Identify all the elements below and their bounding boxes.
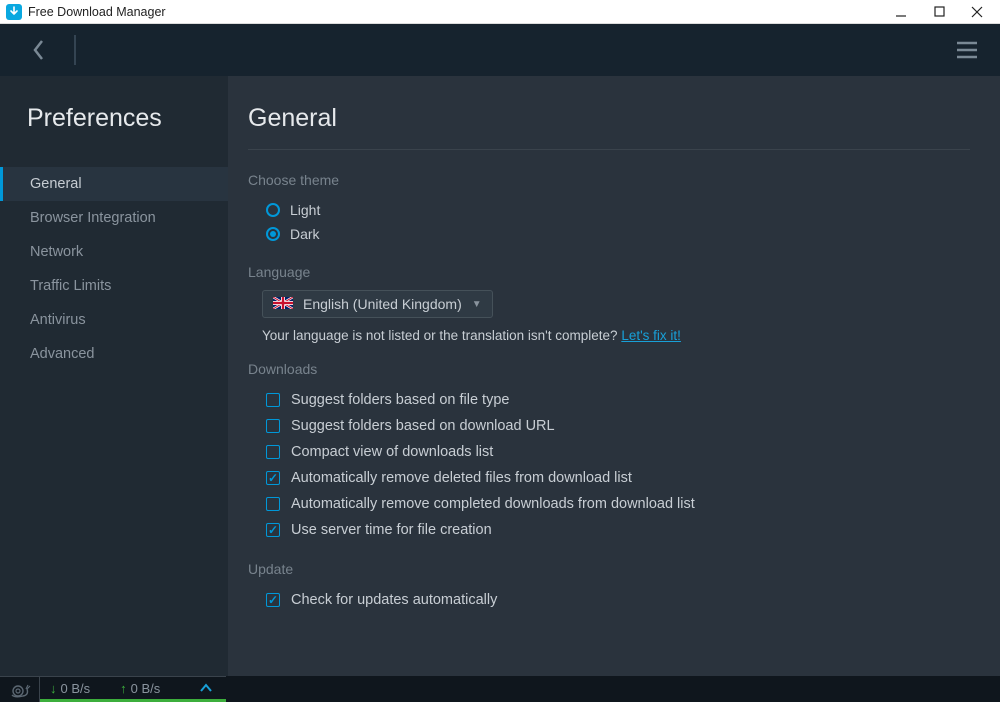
checkbox-label: Use server time for file creation [291,522,492,538]
hamburger-menu-button[interactable] [952,35,982,65]
language-section-label: Language [248,264,970,280]
downloads-option-2[interactable]: Compact view of downloads list [266,439,970,465]
language-select[interactable]: English (United Kingdom) ▼ [262,290,493,318]
speed-pane[interactable]: ↓ 0 B/s ↑ 0 B/s [40,676,226,702]
sidebar-item-network[interactable]: Network [0,235,228,269]
chevron-up-icon[interactable] [200,681,212,696]
page-heading: General [248,104,970,150]
checkbox-icon [266,419,280,433]
titlebar: Free Download Manager [0,0,1000,24]
checkbox-label: Compact view of downloads list [291,444,493,460]
status-bar: ↓ 0 B/s ↑ 0 B/s [0,676,1000,702]
update-option-0[interactable]: Check for updates automatically [266,587,970,613]
checkbox-icon [266,471,280,485]
window-controls [894,5,996,19]
sidebar-item-traffic-limits[interactable]: Traffic Limits [0,269,228,303]
language-selected-label: English (United Kingdom) [303,296,462,312]
app-icon [6,4,22,20]
sidebar-title: Preferences [0,104,228,153]
download-speed: ↓ 0 B/s [50,681,90,696]
radio-icon [266,203,280,217]
sidebar-item-browser-integration[interactable]: Browser Integration [0,201,228,235]
checkbox-label: Automatically remove completed downloads… [291,496,695,512]
theme-section-label: Choose theme [248,172,970,188]
checkbox-label: Automatically remove deleted files from … [291,470,632,486]
checkbox-icon [266,393,280,407]
checkbox-icon [266,445,280,459]
theme-radio-light[interactable]: Light [266,198,970,222]
language-hint-text: Your language is not listed or the trans… [262,328,621,343]
maximize-button[interactable] [932,5,946,19]
checkbox-label: Check for updates automatically [291,592,497,608]
minimize-button[interactable] [894,5,908,19]
snail-icon[interactable] [0,676,40,702]
window-title: Free Download Manager [28,5,894,19]
checkbox-icon [266,593,280,607]
downloads-option-3[interactable]: Automatically remove deleted files from … [266,465,970,491]
sidebar-list: GeneralBrowser IntegrationNetworkTraffic… [0,167,228,371]
checkbox-label: Suggest folders based on download URL [291,418,555,434]
theme-radio-dark[interactable]: Dark [266,222,970,246]
arrow-down-icon: ↓ [50,681,57,696]
sidebar: Preferences GeneralBrowser IntegrationNe… [0,76,228,676]
back-button[interactable] [24,35,54,65]
chevron-down-icon: ▼ [472,299,482,310]
sidebar-item-antivirus[interactable]: Antivirus [0,303,228,337]
upload-speed-value: 0 B/s [131,681,161,696]
header-divider [74,35,76,65]
checkbox-icon [266,523,280,537]
sidebar-item-advanced[interactable]: Advanced [0,337,228,371]
checkbox-icon [266,497,280,511]
language-fix-link[interactable]: Let's fix it! [621,328,681,343]
download-speed-value: 0 B/s [61,681,91,696]
upload-speed: ↑ 0 B/s [120,681,160,696]
downloads-option-0[interactable]: Suggest folders based on file type [266,387,970,413]
downloads-option-4[interactable]: Automatically remove completed downloads… [266,491,970,517]
downloads-option-5[interactable]: Use server time for file creation [266,517,970,543]
flag-icon [273,296,293,312]
radio-icon [266,227,280,241]
language-hint: Your language is not listed or the trans… [262,328,970,343]
header-bar [0,24,1000,76]
arrow-up-icon: ↑ [120,681,127,696]
close-button[interactable] [970,5,984,19]
radio-label: Light [290,202,320,218]
main-panel: General Choose theme LightDark Language … [228,76,1000,676]
downloads-option-1[interactable]: Suggest folders based on download URL [266,413,970,439]
checkbox-label: Suggest folders based on file type [291,392,509,408]
sidebar-item-general[interactable]: General [0,167,228,201]
downloads-section-label: Downloads [248,361,970,377]
radio-label: Dark [290,226,320,242]
update-section-label: Update [248,561,970,577]
